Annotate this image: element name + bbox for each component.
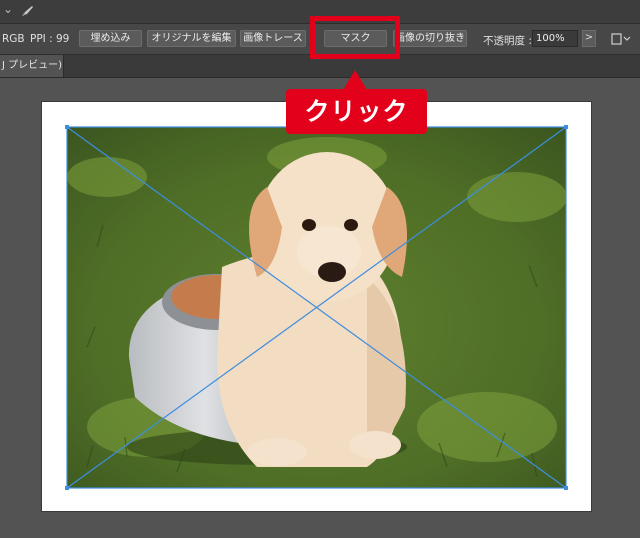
callout-pointer <box>343 70 367 90</box>
click-callout: クリック <box>286 89 427 134</box>
selection-bounding-box <box>65 125 568 490</box>
mask-button-highlight <box>310 16 400 59</box>
